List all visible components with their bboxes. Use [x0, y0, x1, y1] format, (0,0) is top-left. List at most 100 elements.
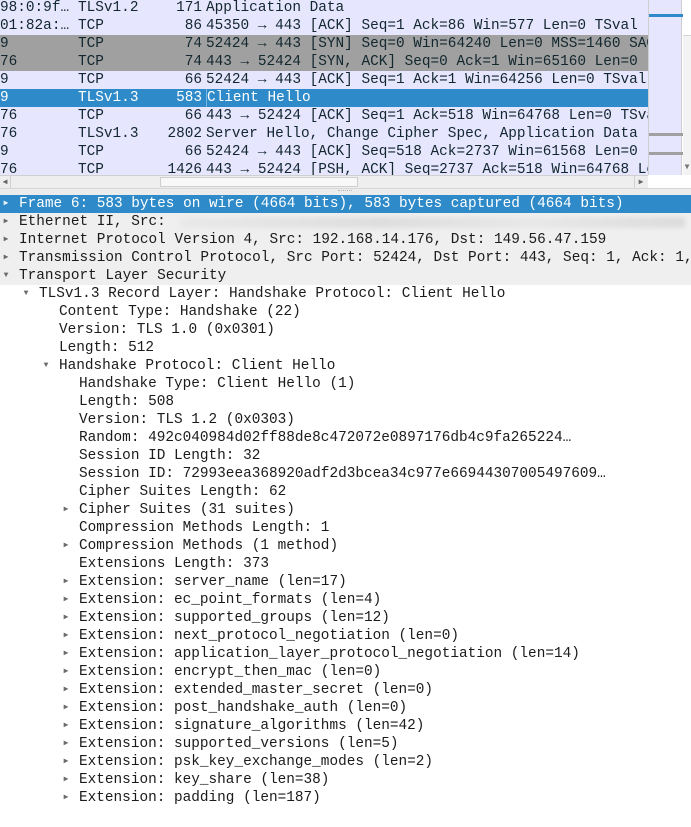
collapsed-arrow-icon[interactable]: ▶: [60, 645, 72, 663]
packet-row[interactable]: 98:0:9f… TLSv1.2 171 Application Data: [0, 0, 648, 17]
tree-row-label: Length: 512: [59, 340, 154, 356]
collapsed-arrow-icon[interactable]: ▶: [60, 681, 72, 699]
tree-field-row[interactable]: Version: TLS 1.0 (0x0301): [0, 321, 691, 339]
tree-field-row[interactable]: Cipher Suites Length: 62: [0, 483, 691, 501]
collapsed-arrow-icon[interactable]: ▶: [60, 537, 72, 555]
tree-field-row[interactable]: ▶ Extension: padding (len=187): [0, 789, 691, 807]
scroll-left-arrow-icon[interactable]: ◀: [0, 176, 11, 188]
collapsed-arrow-icon[interactable]: ▶: [0, 231, 12, 249]
scroll-down-arrow-icon[interactable]: ▼: [683, 160, 691, 174]
collapsed-arrow-icon[interactable]: ▶: [60, 591, 72, 609]
expanded-arrow-icon[interactable]: ▼: [40, 357, 52, 375]
tree-field-row[interactable]: Length: 508: [0, 393, 691, 411]
packet-info-cell: 443 → 52424 [PSH, ACK] Seq=2737 Ack=518 …: [206, 162, 648, 175]
packet-source-cell: 9: [0, 90, 9, 106]
collapsed-arrow-icon[interactable]: ▶: [60, 717, 72, 735]
collapsed-arrow-icon[interactable]: ▶: [0, 249, 12, 267]
tree-row-label: Extension: padding (len=187): [79, 790, 321, 806]
packet-row[interactable]: 9 TCP 74 52424 → 443 [SYN] Seq=0 Win=64240 …: [0, 35, 648, 53]
tree-row-label: Extension: psk_key_exchange_modes (len=2…: [79, 754, 434, 770]
packet-row[interactable]: 76 TCP 74 443 → 52424 [SYN, ACK] Seq=0 Ack=…: [0, 53, 648, 71]
tree-field-row[interactable]: ▶ Extension: key_share (len=38): [0, 771, 691, 789]
packet-length-cell: 171: [176, 0, 202, 16]
tree-field-row[interactable]: Random: 492c040984d02ff88de8c472072e0897…: [0, 429, 691, 447]
collapsed-arrow-icon[interactable]: ▶: [60, 501, 72, 519]
tree-field-row[interactable]: ▶ Extension: ec_point_formats (len=4): [0, 591, 691, 609]
tree-field-row[interactable]: Content Type: Handshake (22): [0, 303, 691, 321]
tree-protocol-row[interactable]: ▶ Transmission Control Protocol, Src Port…: [0, 249, 691, 267]
collapsed-arrow-icon[interactable]: ▶: [60, 789, 72, 807]
tree-row-label: Transmission Control Protocol, Src Port:…: [19, 250, 691, 266]
collapsed-arrow-icon[interactable]: ▶: [60, 753, 72, 771]
collapsed-arrow-icon[interactable]: ▶: [60, 609, 72, 627]
packet-info-cell: 443 → 52424 [SYN, ACK] Seq=0 Ack=1 Win=6…: [206, 54, 638, 70]
tree-field-row[interactable]: ▼ Handshake Protocol: Client Hello: [0, 357, 691, 375]
packet-row[interactable]: 9 TCP 66 52424 → 443 [ACK] Seq=518 Ack=2737…: [0, 143, 648, 161]
packet-row[interactable]: 9 TLSv1.3 583 Client Hello: [0, 89, 648, 107]
tree-row-label: Version: TLS 1.0 (0x0301): [59, 322, 275, 338]
tree-protocol-row[interactable]: ▼ Transport Layer Security: [0, 267, 691, 285]
packet-length-cell: 74: [184, 54, 202, 70]
tree-field-row[interactable]: Session ID: 72993eea368920adf2d3bcea34c9…: [0, 465, 691, 483]
collapsed-arrow-icon[interactable]: ▶: [60, 663, 72, 681]
tree-field-row[interactable]: Session ID Length: 32: [0, 447, 691, 465]
packet-list-horizontal-scrollbar[interactable]: ◀ ▶: [0, 175, 648, 188]
packet-info-cell: 52424 → 443 [SYN] Seq=0 Win=64240 Len=0 …: [206, 36, 648, 52]
tree-field-row[interactable]: ▶ Cipher Suites (31 suites): [0, 501, 691, 519]
tree-field-row[interactable]: Version: TLS 1.2 (0x0303): [0, 411, 691, 429]
packet-row[interactable]: 76 TCP 1426 443 → 52424 [PSH, ACK] Seq=2737…: [0, 161, 648, 175]
tree-field-row[interactable]: ▶ Extension: supported_groups (len=12): [0, 609, 691, 627]
vertical-scroll-thumb[interactable]: [683, 0, 691, 36]
scroll-right-arrow-icon[interactable]: ▶: [634, 176, 647, 188]
tree-protocol-row[interactable]: ▶ Frame 6: 583 bytes on wire (4664 bits),…: [0, 195, 691, 213]
tree-field-row[interactable]: ▶ Extension: application_layer_protocol_n…: [0, 645, 691, 663]
tree-field-row[interactable]: ▶ Extension: next_protocol_negotiation (l…: [0, 627, 691, 645]
packet-details-tree: ▶ Frame 6: 583 bytes on wire (4664 bits),…: [0, 195, 691, 827]
tree-field-row[interactable]: Extensions Length: 373: [0, 555, 691, 573]
tree-row-label: Extension: ec_point_formats (len=4): [79, 592, 382, 608]
tree-field-row[interactable]: Handshake Type: Client Hello (1): [0, 375, 691, 393]
packet-list-vertical-scrollbar[interactable]: ▼: [683, 0, 691, 175]
tree-field-row[interactable]: ▶ Compression Methods (1 method): [0, 537, 691, 555]
expanded-arrow-icon[interactable]: ▼: [0, 267, 12, 285]
packet-source-cell: 76: [0, 162, 18, 175]
tree-field-row[interactable]: Length: 512: [0, 339, 691, 357]
tree-protocol-row[interactable]: ▶ Internet Protocol Version 4, Src: 192.1…: [0, 231, 691, 249]
tree-field-row[interactable]: ▶ Extension: encrypt_then_mac (len=0): [0, 663, 691, 681]
collapsed-arrow-icon[interactable]: ▶: [0, 213, 12, 231]
collapsed-arrow-icon[interactable]: ▶: [60, 735, 72, 753]
packet-length-cell: 86: [184, 18, 202, 34]
collapsed-arrow-icon[interactable]: ▶: [60, 771, 72, 789]
minimap-marker: [649, 133, 683, 136]
tree-field-row[interactable]: ▶ Extension: server_name (len=17): [0, 573, 691, 591]
collapsed-arrow-icon[interactable]: ▶: [0, 195, 12, 213]
tree-field-row[interactable]: ▶ Extension: extended_master_secret (len=…: [0, 681, 691, 699]
packet-row[interactable]: 76 TLSv1.3 2802 Server Hello, Change Cipher…: [0, 125, 648, 143]
tree-row-label: Extension: key_share (len=38): [79, 772, 330, 788]
collapsed-arrow-icon[interactable]: ▶: [60, 573, 72, 591]
tree-protocol-row[interactable]: ▶ Ethernet II, Src:: [0, 213, 691, 231]
tree-field-row[interactable]: ▼ TLSv1.3 Record Layer: Handshake Protoco…: [0, 285, 691, 303]
packet-source-cell: 76: [0, 108, 18, 124]
pane-splitter[interactable]: [0, 188, 691, 195]
tree-row-label: Extension: supported_groups (len=12): [79, 610, 390, 626]
packet-length-cell: 74: [184, 36, 202, 52]
tree-row-label: Cipher Suites (31 suites): [79, 502, 295, 518]
collapsed-arrow-icon[interactable]: ▶: [60, 699, 72, 717]
collapsed-arrow-icon[interactable]: ▶: [60, 627, 72, 645]
packet-row[interactable]: 76 TCP 66 443 → 52424 [ACK] Seq=1 Ack=518 W…: [0, 107, 648, 125]
tree-field-row[interactable]: Compression Methods Length: 1: [0, 519, 691, 537]
tree-field-row[interactable]: ▶ Extension: psk_key_exchange_modes (len=…: [0, 753, 691, 771]
tree-field-row[interactable]: ▶ Extension: supported_versions (len=5): [0, 735, 691, 753]
packet-minimap[interactable]: [648, 0, 683, 175]
expanded-arrow-icon[interactable]: ▼: [20, 285, 32, 303]
splitter-grip-icon[interactable]: [338, 190, 352, 193]
packet-row[interactable]: 01:82a:… TCP 86 45350 → 443 [ACK] Seq=1 Ack…: [0, 17, 648, 35]
tree-field-row[interactable]: ▶ Extension: signature_algorithms (len=42…: [0, 717, 691, 735]
horizontal-scroll-thumb[interactable]: [160, 177, 358, 187]
tree-field-row[interactable]: ▶ Extension: post_handshake_auth (len=0): [0, 699, 691, 717]
packet-length-cell: 66: [184, 72, 202, 88]
tree-row-label: Content Type: Handshake (22): [59, 304, 301, 320]
packet-info-cell: 443 → 52424 [ACK] Seq=1 Ack=518 Win=6476…: [206, 108, 648, 124]
packet-row[interactable]: 9 TCP 66 52424 → 443 [ACK] Seq=1 Ack=1 Win=…: [0, 71, 648, 89]
